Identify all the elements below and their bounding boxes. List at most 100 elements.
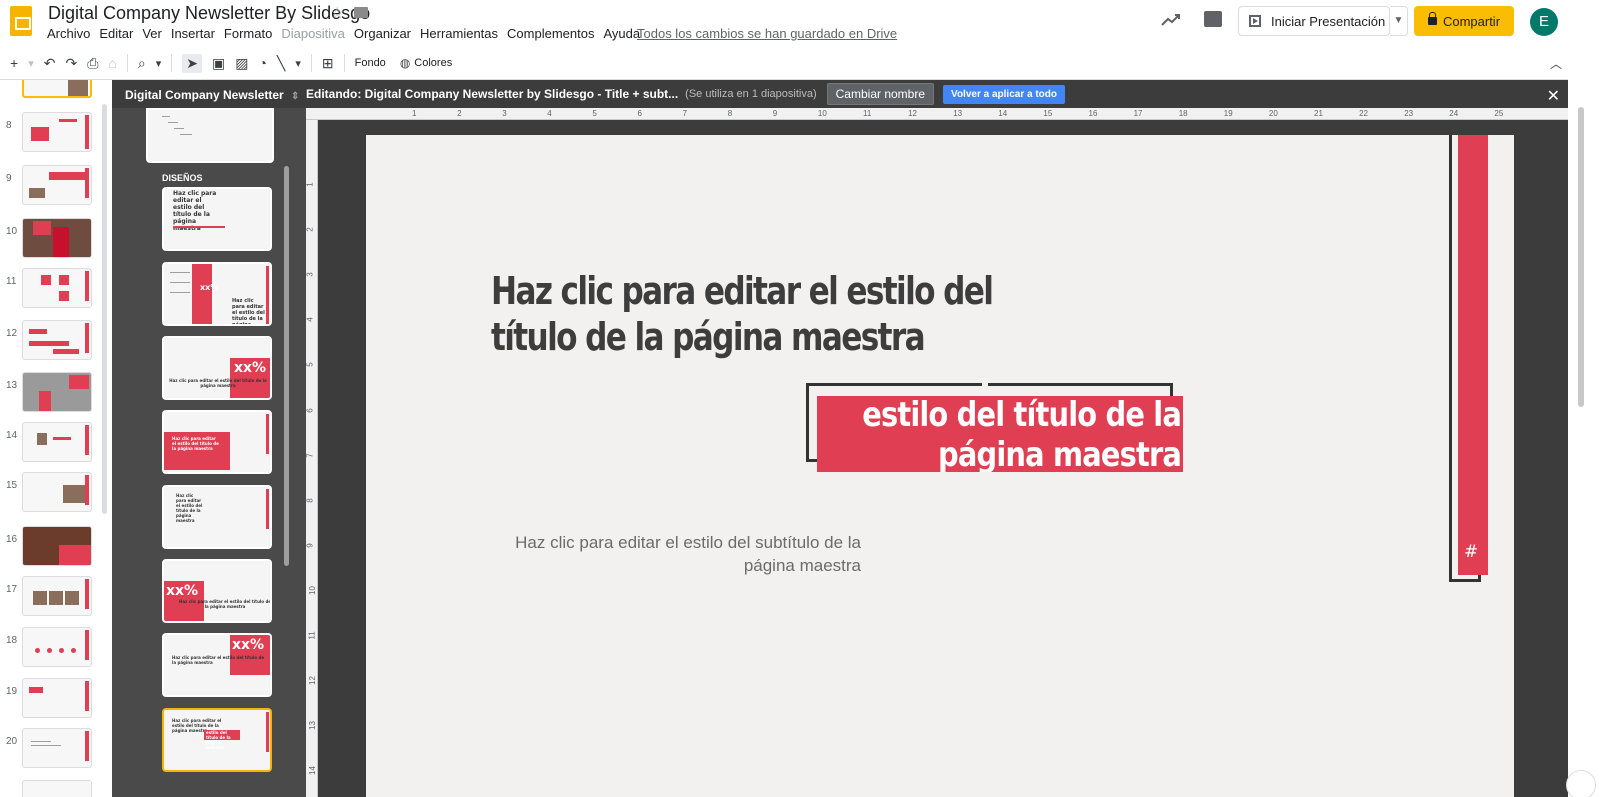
layout-thumbnail-title[interactable]: Haz clic para editar el estilo del títul… [162, 187, 272, 251]
explore-button[interactable] [1566, 770, 1596, 797]
slide-thumbnail[interactable] [22, 80, 92, 98]
line-chevron-down-icon[interactable]: ▾ [295, 57, 301, 70]
new-slide-chevron-down-icon[interactable]: ▾ [28, 57, 34, 70]
film-slide-10[interactable]: 10 [0, 218, 100, 264]
menu-archivo[interactable]: Archivo [47, 26, 90, 41]
text-box-icon[interactable]: ▣ [212, 55, 225, 72]
close-master-icon[interactable]: ✕ [1547, 86, 1560, 106]
film-slide-18[interactable]: 18 [0, 627, 100, 673]
undo-icon[interactable]: ↶ [44, 55, 56, 72]
slide-thumbnail[interactable] [22, 372, 92, 412]
slide-thumbnail[interactable] [22, 728, 92, 768]
menu-herramientas[interactable]: Herramientas [420, 26, 498, 41]
side-red-bar[interactable] [1458, 135, 1488, 575]
select-cursor-icon[interactable]: ➤ [182, 53, 202, 73]
rename-theme-chevron-icon[interactable]: ⇕ [291, 91, 299, 102]
insert-comment-icon[interactable]: ⊞ [322, 55, 334, 72]
present-options-chevron-down-icon[interactable]: ▼ [1390, 6, 1408, 36]
layout-thumbnail-percent[interactable]: xx% Haz clic para editar el estilo del t… [162, 336, 272, 400]
slide-thumbnail[interactable] [22, 678, 92, 718]
collapse-menu-chevron-up-icon[interactable]: ︿ [1550, 55, 1562, 72]
slide-thumbnail[interactable] [22, 780, 92, 797]
layout-thumbnail-left-percent[interactable]: xx% Haz clic para editar el estilo del t… [162, 559, 272, 623]
colors-button[interactable]: Colores [414, 57, 452, 69]
comments-icon[interactable] [1204, 11, 1222, 27]
background-button[interactable]: Fondo [355, 57, 386, 69]
master-slide-thumbnail[interactable] [146, 108, 274, 163]
new-slide-plus-icon[interactable]: + [10, 55, 18, 71]
rename-layout-button[interactable]: Cambiar nombre [826, 83, 935, 105]
film-slide-17[interactable]: 17 [0, 576, 100, 622]
star-icon[interactable]: ☆ [330, 3, 344, 23]
slide-thumbnail[interactable] [22, 526, 92, 566]
present-button[interactable]: Iniciar Presentación [1238, 6, 1390, 36]
palette-icon[interactable]: ◍ [400, 56, 410, 70]
menu-editar[interactable]: Editar [99, 26, 133, 41]
banner-text[interactable]: estilo del título de la página maestra [862, 396, 1182, 472]
slide-thumbnail[interactable] [22, 320, 92, 360]
right-scrollbar-thumb[interactable] [1578, 107, 1584, 407]
menu-complementos[interactable]: Complementos [507, 26, 594, 41]
film-slide-20[interactable]: 20 [0, 728, 100, 774]
layout-thumbnail-red-box[interactable]: Haz clic para editar el estilo del títul… [162, 410, 272, 474]
activity-trend-icon[interactable] [1160, 11, 1182, 29]
film-slide-9[interactable]: 9 [0, 165, 100, 211]
slide-canvas-area[interactable]: 1 2 3 4 5 6 7 8 9 10 11 12 13 14 15 16 17 18 19 20 21 22 23 24 2… [306, 108, 1568, 797]
layouts-scrollbar[interactable] [284, 166, 289, 566]
paint-format-icon[interactable]: ⌂ [108, 55, 116, 71]
user-avatar[interactable]: E [1530, 8, 1558, 36]
layouts-list[interactable]: DISEÑOS Haz clic para editar el estilo d… [112, 108, 306, 797]
slide-subtitle-placeholder[interactable]: Haz clic para editar el estilo del subtí… [496, 531, 861, 577]
slide-thumbnail[interactable] [22, 268, 92, 308]
menu-diapositiva[interactable]: Diapositiva [281, 26, 345, 41]
menu-ver[interactable]: Ver [142, 26, 162, 41]
document-title[interactable]: Digital Company Newsletter By Slidesgo [48, 3, 370, 24]
filmstrip-scrollbar[interactable] [102, 104, 107, 514]
zoom-chevron-down-icon[interactable]: ▾ [156, 57, 162, 70]
folder-icon[interactable] [354, 7, 368, 18]
shape-icon[interactable]: ◔ [258, 55, 266, 71]
slides-logo-icon[interactable] [10, 6, 32, 36]
slide-filmstrip[interactable]: 8 9 10 11 12 13 14 15 16 17 18 19 20 [0, 80, 112, 797]
reapply-all-button[interactable]: Volver a aplicar a todo [943, 84, 1065, 104]
film-slide-8[interactable]: 8 [0, 112, 100, 158]
menu-organizar[interactable]: Organizar [354, 26, 411, 41]
menu-formato[interactable]: Formato [224, 26, 272, 41]
slide-number-placeholder[interactable]: # [1464, 542, 1478, 562]
layout-thumbnail-right-percent[interactable]: xx% Haz clic para editar el estilo del t… [162, 633, 272, 697]
film-slide-12[interactable]: 12 [0, 320, 100, 366]
vertical-ruler[interactable]: 1 2 3 4 5 6 7 8 9 10 11 12 13 14 [306, 120, 318, 797]
film-slide-14[interactable]: 14 [0, 422, 100, 468]
slide-thumbnail[interactable] [22, 472, 92, 512]
layout-thumbnail-current[interactable]: Haz clic para editar el estilo del títul… [162, 708, 272, 772]
slide-thumbnail[interactable] [22, 112, 92, 152]
slide-thumbnail[interactable] [22, 576, 92, 616]
image-icon[interactable]: ▨ [235, 55, 248, 72]
slide-thumbnail[interactable] [22, 218, 92, 258]
layout-thumbnail-section[interactable]: xx% Haz clic para editar el estilo del t… [162, 262, 272, 326]
zoom-icon[interactable]: ⌕ [138, 55, 146, 72]
menu-insertar[interactable]: Insertar [171, 26, 215, 41]
line-icon[interactable]: ╲ [277, 55, 285, 72]
horizontal-ruler[interactable]: 1 2 3 4 5 6 7 8 9 10 11 12 13 14 15 16 17 18 19 20 21 22 23 24 2… [306, 108, 1568, 120]
film-slide-15[interactable]: 15 [0, 472, 100, 518]
slide-thumbnail[interactable] [22, 422, 92, 462]
layout-thumbnail-text[interactable]: Haz clic para editar el estilo del títul… [162, 485, 272, 549]
film-slide-16[interactable]: 16 [0, 526, 100, 572]
slide-thumbnail[interactable] [22, 627, 92, 667]
share-button[interactable]: Compartir [1414, 6, 1514, 36]
slide-title-placeholder[interactable]: Haz clic para editar el estilo del títul… [491, 268, 1081, 360]
redo-icon[interactable]: ↷ [65, 55, 77, 72]
right-scroll-track[interactable] [1568, 47, 1600, 797]
slide-canvas[interactable]: Haz clic para editar el estilo del títul… [366, 135, 1514, 797]
title-banner[interactable]: estilo del título de la página maestra [817, 396, 1183, 472]
slide-thumbnail[interactable] [22, 165, 92, 205]
film-slide-21[interactable] [0, 780, 100, 797]
film-slide-11[interactable]: 11 [0, 268, 100, 314]
print-icon[interactable]: ⎙ [87, 55, 98, 72]
layouts-panel-header[interactable]: Digital Company Newsletter ⇕ [112, 80, 306, 108]
film-slide-13[interactable]: 13 [0, 372, 100, 418]
film-slide-7[interactable] [0, 80, 100, 104]
film-slide-19[interactable]: 19 [0, 678, 100, 724]
menu-ayuda[interactable]: Ayuda [603, 26, 640, 41]
